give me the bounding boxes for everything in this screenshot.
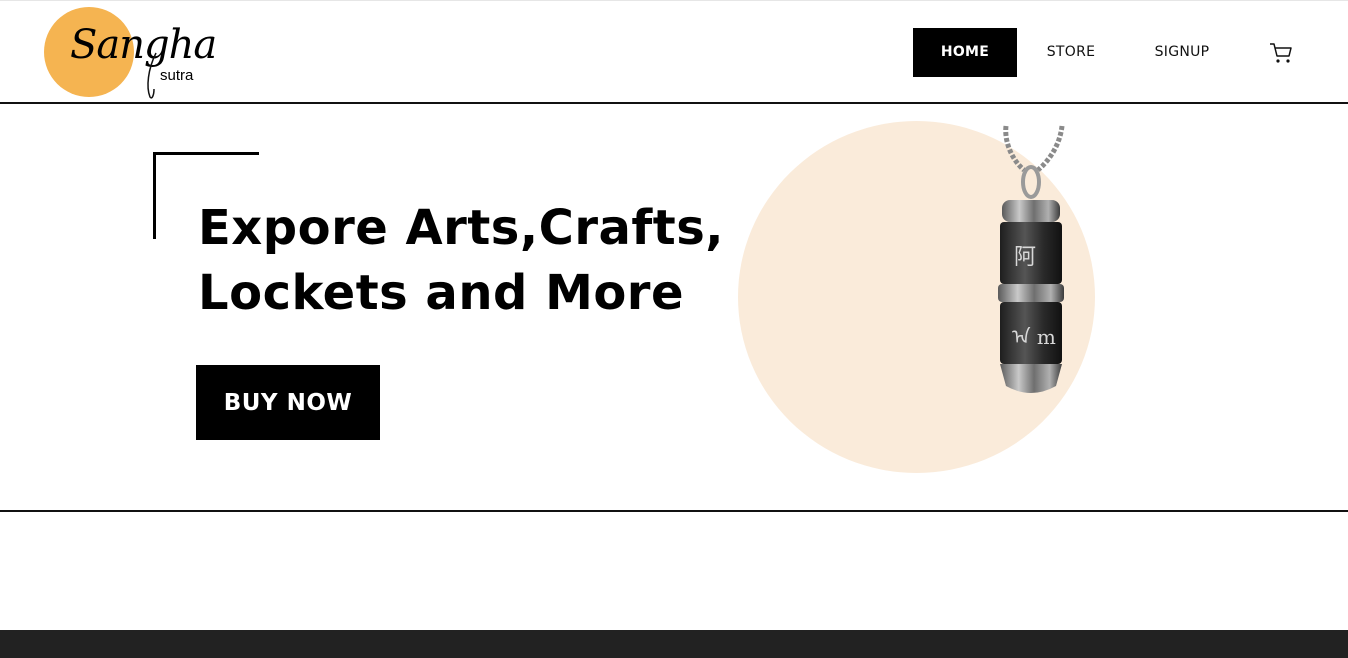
- svg-text:ᠠ m: ᠠ m: [1012, 325, 1056, 349]
- page: Sangha sutra HOME STORE SIGNUP Expore Ar…: [0, 0, 1348, 658]
- hero-title-line-1: Expore Arts,Crafts,: [198, 200, 725, 256]
- header-divider: [0, 102, 1348, 104]
- locket-pendant-image: 阿 ᠠ m: [998, 125, 1065, 393]
- corner-accent-horizontal: [153, 152, 259, 155]
- hero-title-line-2: Lockets and More: [198, 265, 685, 321]
- nav-home[interactable]: HOME: [913, 28, 1017, 77]
- svg-text:阿: 阿: [1014, 245, 1036, 270]
- buy-now-button[interactable]: BUY NOW: [196, 365, 380, 440]
- footer-bar: [0, 630, 1348, 658]
- cart-icon[interactable]: [1268, 40, 1294, 66]
- hero-divider: [0, 510, 1348, 512]
- corner-accent-vertical: [153, 152, 156, 239]
- logo-subtitle: sutra: [160, 67, 194, 84]
- site-header: Sangha sutra HOME STORE SIGNUP: [0, 1, 1348, 102]
- nav-signup[interactable]: SIGNUP: [1145, 28, 1219, 77]
- nav-store[interactable]: STORE: [1030, 28, 1112, 77]
- brand-logo[interactable]: Sangha sutra: [44, 7, 217, 101]
- hero-title: Expore Arts,Crafts, Lockets and More: [198, 196, 758, 326]
